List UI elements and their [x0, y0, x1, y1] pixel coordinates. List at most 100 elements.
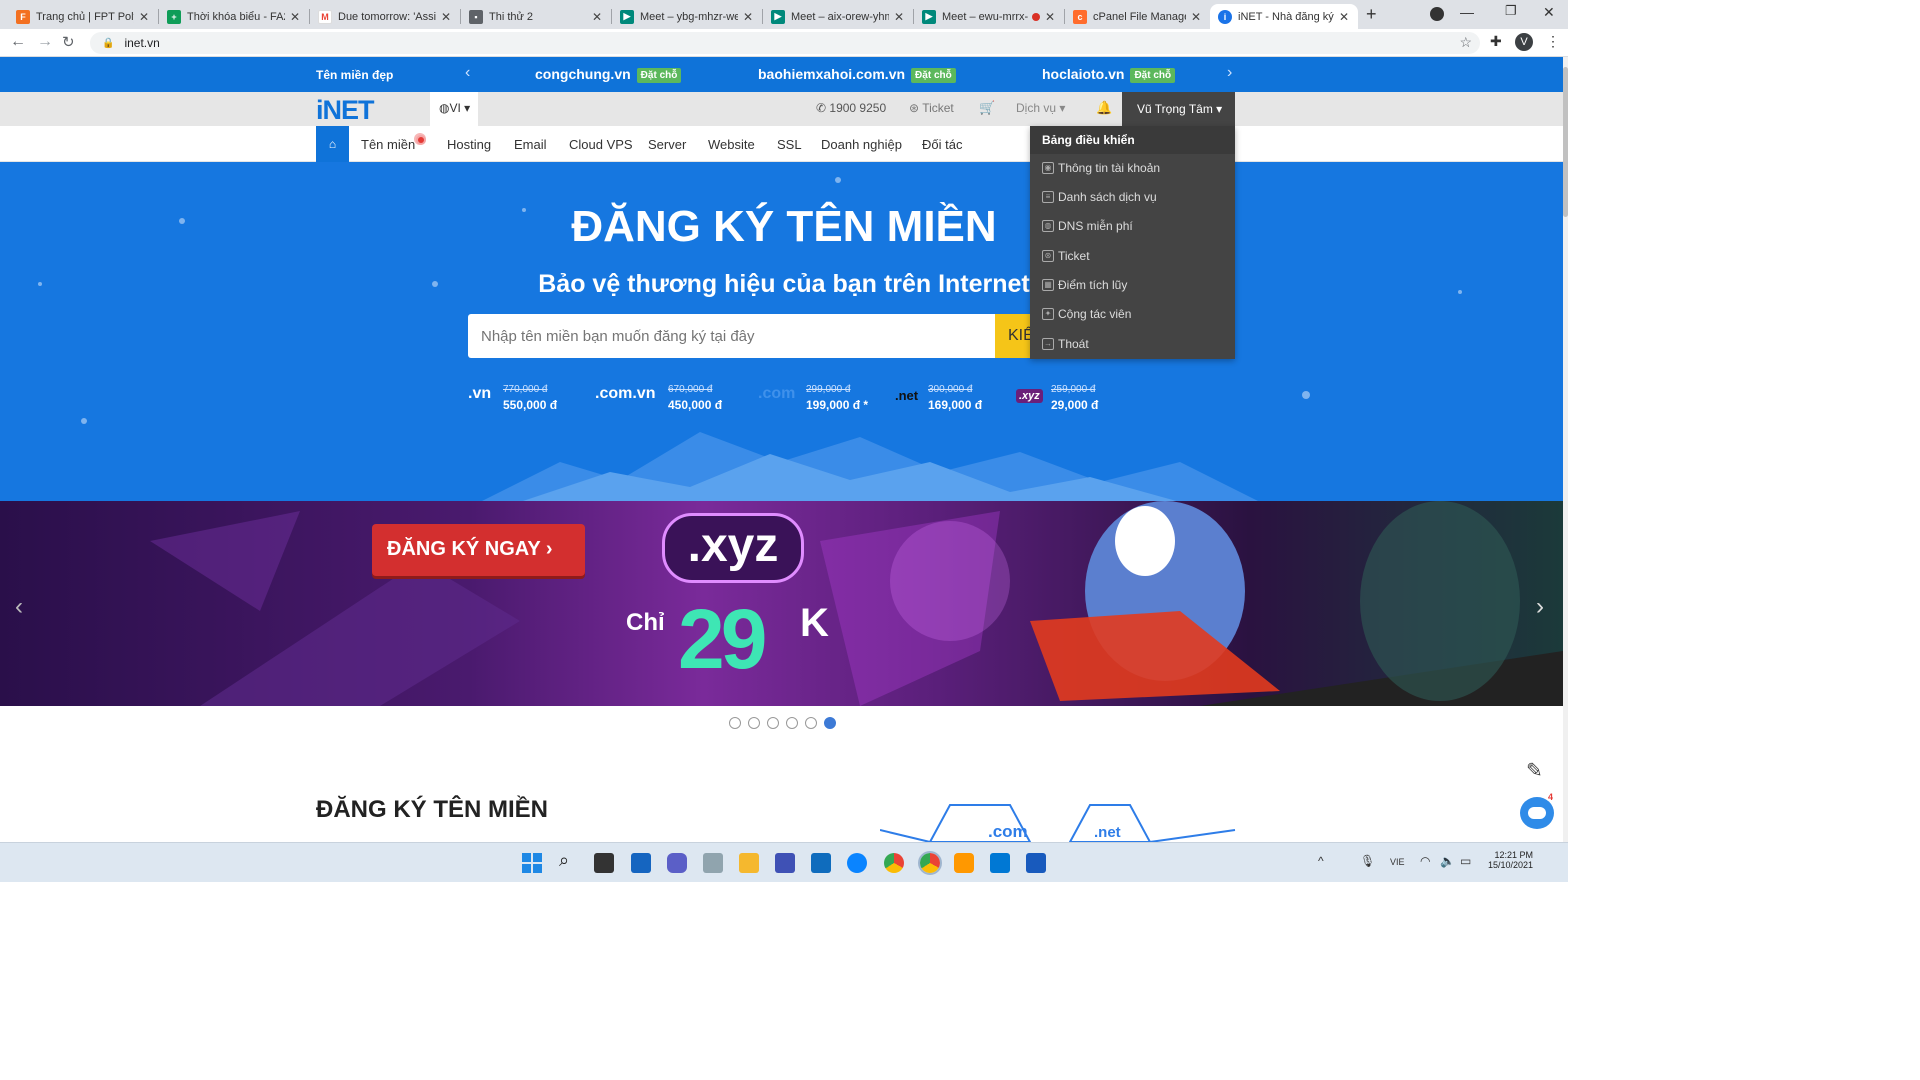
language-switch[interactable]: ◍VI ▾	[430, 92, 478, 126]
carousel-dot[interactable]	[748, 717, 760, 729]
close-icon[interactable]: ✕	[289, 10, 301, 24]
browser-tab-active[interactable]: i iNET - Nhà đăng ký tê ✕	[1210, 4, 1358, 29]
nav-item-domain[interactable]: Tên miền	[361, 137, 415, 152]
bookmark-star-icon[interactable]: ☆	[1459, 34, 1472, 51]
browser-tab[interactable]: ▶ Meet – ewu-mrrx- ✕	[914, 4, 1064, 29]
volume-icon[interactable]: 🔈	[1440, 854, 1455, 868]
inet-logo[interactable]: iNET	[316, 95, 375, 126]
carousel-dot[interactable]	[786, 717, 798, 729]
bell-icon[interactable]: 🔔	[1096, 100, 1112, 116]
nav-item-email[interactable]: Email	[514, 137, 547, 152]
nav-item-cloud-vps[interactable]: Cloud VPS	[569, 137, 633, 152]
dropdown-item-services[interactable]: ≡ Danh sách dịch vụ	[1042, 190, 1157, 204]
nav-item-ssl[interactable]: SSL	[777, 137, 802, 152]
dashboard-link[interactable]: Bảng điều khiển	[1030, 126, 1235, 154]
ticket-link[interactable]: ⊛ Ticket	[909, 101, 954, 115]
dropdown-item-affiliate[interactable]: ✦ Cộng tác viên	[1042, 307, 1131, 321]
minimize-icon[interactable]: —	[1460, 4, 1474, 20]
promo-domain[interactable]: congchung.vn Đặt chỗ	[535, 66, 682, 83]
search-icon[interactable]: ⌕	[559, 850, 569, 871]
close-icon[interactable]: ✕	[1044, 10, 1056, 24]
browser-tab[interactable]: ▪ Thi thử 2 ✕	[461, 4, 611, 29]
dropdown-item-account[interactable]: ◉ Thông tin tài khoản	[1042, 161, 1160, 175]
input-language[interactable]: VIE	[1390, 857, 1405, 867]
dropdown-item-dns[interactable]: ◍ DNS miễn phí	[1042, 219, 1133, 233]
browser-tab[interactable]: ▶ Meet – ybg-mhzr-wes ✕	[612, 4, 762, 29]
new-tab-icon[interactable]: +	[1366, 4, 1377, 25]
chevron-left-icon[interactable]: ‹	[465, 64, 470, 82]
dropdown-item-ticket[interactable]: ⊛ Ticket	[1042, 249, 1090, 263]
nav-item-server[interactable]: Server	[648, 137, 686, 152]
reserve-badge[interactable]: Đặt chỗ	[911, 67, 956, 83]
edit-icon[interactable]: ✎	[1526, 758, 1543, 783]
carousel-next-icon[interactable]: ›	[1536, 593, 1544, 621]
profile-avatar[interactable]: V	[1515, 33, 1533, 51]
close-icon[interactable]: ✕	[440, 10, 452, 24]
reserve-badge[interactable]: Đặt chỗ	[636, 67, 682, 83]
browser-tab[interactable]: ▶ Meet – aix-orew-yhm ✕	[763, 4, 913, 29]
close-icon[interactable]: ✕	[742, 10, 754, 24]
promo-domain[interactable]: baohiemxahoi.com.vn Đặt chỗ	[758, 66, 956, 83]
carousel-dot[interactable]	[805, 717, 817, 729]
nav-item-partner[interactable]: Đối tác	[922, 137, 962, 152]
browser-tab[interactable]: + Thời khóa biểu - FA20 ✕	[159, 4, 309, 29]
services-dropdown[interactable]: Dịch vụ ▾	[1016, 101, 1065, 115]
clock[interactable]: 12:21 PM 15/10/2021	[1487, 850, 1533, 870]
dropdown-item-points[interactable]: ▦ Điểm tích lũy	[1042, 278, 1127, 292]
back-icon[interactable]: ←	[10, 33, 26, 51]
lms-icon[interactable]	[811, 853, 831, 873]
task-view-icon[interactable]	[594, 853, 614, 873]
dropdown-item-logout[interactable]: → Thoát	[1042, 337, 1089, 351]
register-now-button[interactable]: ĐĂNG KÝ NGAY ›	[372, 524, 585, 576]
widgets-icon[interactable]	[631, 853, 651, 873]
nav-item-business[interactable]: Doanh nghiệp	[821, 137, 902, 152]
close-icon[interactable]: ✕	[1338, 10, 1350, 24]
cart-icon[interactable]: 🛒	[979, 100, 995, 116]
close-icon[interactable]: ✕	[893, 10, 905, 24]
carousel-prev-icon[interactable]: ‹	[15, 593, 23, 621]
carousel-dot[interactable]	[729, 717, 741, 729]
user-menu-button[interactable]: Vũ Trọng Tâm ▾	[1122, 92, 1235, 126]
photos-icon[interactable]	[703, 853, 723, 873]
mic-icon[interactable]: 🎙	[1360, 854, 1375, 868]
carousel-dot-active[interactable]	[824, 717, 836, 729]
carousel-dot[interactable]	[767, 717, 779, 729]
chevron-right-icon[interactable]: ›	[1227, 64, 1232, 82]
store-icon[interactable]	[775, 853, 795, 873]
windows-start-icon[interactable]	[522, 853, 542, 873]
app-icon[interactable]	[954, 853, 974, 873]
browser-tab[interactable]: M Due tomorrow: 'Assign ✕	[310, 4, 460, 29]
zalo-icon[interactable]	[847, 853, 867, 873]
wifi-icon[interactable]: ◠	[1420, 854, 1430, 868]
reload-icon[interactable]: ↻	[62, 33, 75, 51]
file-explorer-icon[interactable]	[739, 853, 759, 873]
nav-item-hosting[interactable]: Hosting	[447, 137, 491, 152]
home-icon[interactable]: ⌂	[316, 126, 349, 162]
vscode-icon[interactable]	[990, 853, 1010, 873]
browser-tab[interactable]: F Trang chủ | FPT Polytec ✕	[8, 4, 158, 29]
browser-tab[interactable]: c cPanel File Manager v ✕	[1065, 4, 1210, 29]
nav-item-website[interactable]: Website	[708, 137, 755, 152]
menu-kebab-icon[interactable]: ⋮	[1546, 33, 1560, 50]
window-close-icon[interactable]: ✕	[1543, 4, 1555, 21]
tab-search-icon[interactable]	[1430, 7, 1444, 21]
url-field[interactable]: 🔒 inet.vn ☆	[90, 32, 1480, 54]
chrome-icon[interactable]	[884, 853, 904, 873]
teams-chat-icon[interactable]	[667, 853, 687, 873]
restore-icon[interactable]: ❐	[1505, 3, 1517, 19]
domain-search-input[interactable]	[468, 314, 995, 358]
promo-domain[interactable]: hoclaioto.vn Đặt chỗ	[1042, 66, 1176, 83]
reserve-badge[interactable]: Đặt chỗ	[1130, 67, 1176, 83]
close-icon[interactable]: ✕	[1190, 10, 1202, 24]
tray-chevron-icon[interactable]: ^	[1318, 854, 1324, 868]
close-icon[interactable]: ✕	[138, 10, 150, 24]
word-icon[interactable]	[1026, 853, 1046, 873]
search-button[interactable]: KIỂ	[995, 314, 1030, 358]
page-scrollbar[interactable]	[1563, 57, 1568, 842]
battery-icon[interactable]: ▭	[1460, 854, 1471, 868]
close-icon[interactable]: ✕	[591, 10, 603, 24]
hotline[interactable]: ✆ 1900 9250	[816, 101, 886, 115]
chrome-profile-icon[interactable]	[918, 851, 942, 875]
extensions-icon[interactable]: ✚	[1490, 33, 1502, 50]
forward-icon[interactable]: →	[37, 33, 53, 51]
